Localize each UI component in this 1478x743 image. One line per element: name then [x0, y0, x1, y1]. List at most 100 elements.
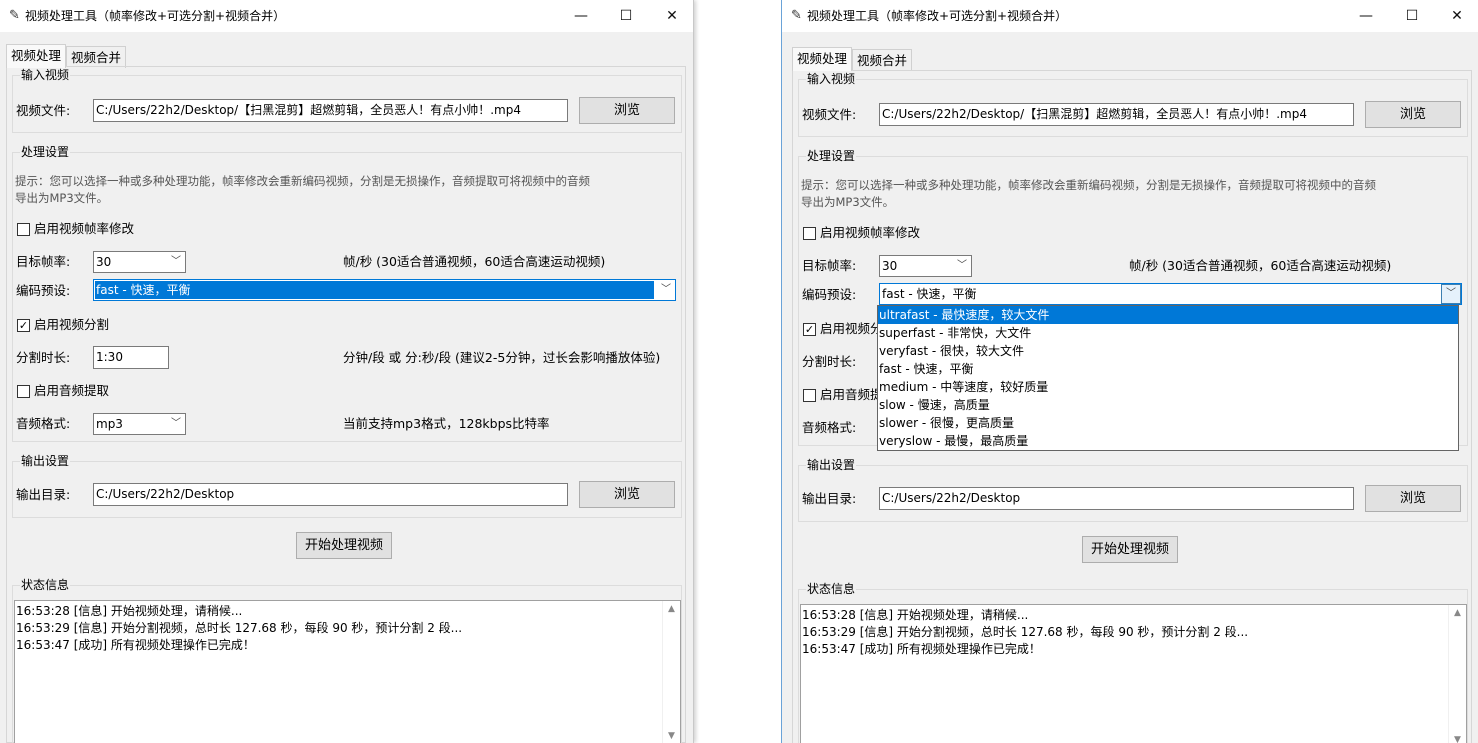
log-scrollbar[interactable]: ▲ ▼	[1448, 605, 1466, 743]
scroll-up-icon[interactable]: ▲	[1449, 605, 1466, 622]
desktop-gap	[694, 0, 781, 743]
audio-checkbox[interactable]	[17, 385, 30, 398]
scroll-up-icon[interactable]: ▲	[663, 601, 680, 618]
dropdown-option[interactable]: veryslow - 最慢，最高质量	[878, 432, 1458, 450]
log-scrollbar[interactable]: ▲ ▼	[662, 601, 680, 743]
fps-select[interactable]: 30 ﹀	[879, 255, 972, 277]
minimize-button[interactable]: —	[1343, 0, 1389, 32]
browse-file-button[interactable]: 浏览	[1365, 101, 1461, 128]
log-line: 16:53:28 [信息] 开始视频处理，请稍候...	[802, 608, 1029, 622]
file-path-input[interactable]: C:/Users/22h2/Desktop/【扫黑混剪】超燃剪辑，全员恶人！有点…	[93, 99, 568, 122]
feather-icon: ✎	[791, 8, 802, 23]
fps-label: 目标帧率:	[802, 258, 857, 273]
close-button[interactable]: ✕	[649, 0, 693, 32]
split-label: 分割时长:	[802, 354, 857, 369]
browse-output-button[interactable]: 浏览	[579, 481, 675, 508]
split-note: 分钟/段 或 分:秒/段 (建议2-5分钟，过长会影响播放体验)	[343, 350, 661, 365]
dropdown-option[interactable]: ultrafast - 最快速度，较大文件	[878, 306, 1458, 324]
fps-label: 目标帧率:	[16, 254, 71, 269]
log-line: 16:53:47 [成功] 所有视频处理操作已完成！	[16, 638, 255, 652]
log-line: 16:53:28 [信息] 开始视频处理，请稍候...	[16, 604, 243, 618]
preset-value: fast - 快速，平衡	[95, 281, 654, 299]
log-line: 16:53:29 [信息] 开始分割视频，总时长 127.68 秒，每段 90 …	[802, 625, 1249, 639]
file-label: 视频文件:	[802, 107, 857, 122]
fps-note: 帧/秒 (30适合普通视频，60适合高速运动视频)	[1129, 258, 1392, 273]
preset-value: fast - 快速，平衡	[882, 287, 977, 301]
hint-line-1: 提示：您可以选择一种或多种处理功能，帧率修改会重新编码视频，分割是无损操作，音频…	[801, 178, 1376, 192]
dropdown-option[interactable]: superfast - 非常快，大文件	[878, 324, 1458, 342]
minimize-button[interactable]: —	[558, 0, 604, 32]
input-frame: 输入视频 视频文件: C:/Users/22h2/Desktop/【扫黑混剪】超…	[798, 71, 1468, 137]
fps-value: 30	[882, 259, 898, 273]
input-section-label: 输入视频	[806, 71, 857, 87]
output-frame: 输出设置 输出目录: C:/Users/22h2/Desktop 浏览	[12, 453, 682, 518]
fps-checkbox[interactable]	[17, 223, 30, 236]
audio-note: 当前支持mp3格式，128kbps比特率	[343, 416, 550, 431]
chevron-down-icon: ﹀	[171, 418, 181, 429]
file-label: 视频文件:	[16, 103, 71, 118]
audio-enable-label: 启用音频提取	[34, 383, 110, 398]
split-enable-label: 启用视频分割	[34, 317, 110, 332]
title-bar: ✎ 视频处理工具（帧率修改+可选分割+视频合并） — ☐ ✕	[0, 0, 693, 32]
fps-enable-label: 启用视频帧率修改	[820, 225, 921, 240]
browse-output-button[interactable]: 浏览	[1365, 485, 1461, 512]
settings-frame: 处理设置 提示：您可以选择一种或多种处理功能，帧率修改会重新编码视频，分割是无损…	[12, 144, 682, 442]
close-button[interactable]: ✕	[1434, 0, 1478, 32]
status-log[interactable]: 16:53:28 [信息] 开始视频处理，请稍候... 16:53:29 [信息…	[800, 604, 1467, 743]
output-dir-input[interactable]: C:/Users/22h2/Desktop	[879, 487, 1354, 510]
file-path-input[interactable]: C:/Users/22h2/Desktop/【扫黑混剪】超燃剪辑，全员恶人！有点…	[879, 103, 1354, 126]
tab-panel: 输入视频 视频文件: C:/Users/22h2/Desktop/【扫黑混剪】超…	[6, 66, 686, 743]
maximize-button[interactable]: ☐	[1389, 0, 1435, 32]
fps-value: 30	[96, 255, 112, 269]
tab-video-merge[interactable]: 视频合并	[66, 46, 127, 68]
chevron-down-icon[interactable]: ﹀	[1441, 284, 1461, 304]
settings-section-label: 处理设置	[20, 144, 71, 160]
split-duration-input[interactable]: 1:30	[93, 346, 169, 369]
browse-file-button[interactable]: 浏览	[579, 97, 675, 124]
preset-label: 编码预设:	[802, 287, 857, 302]
scroll-down-icon[interactable]: ▼	[1449, 732, 1466, 743]
status-log[interactable]: 16:53:28 [信息] 开始视频处理，请稍候... 16:53:29 [信息…	[14, 600, 681, 743]
settings-section-label: 处理设置	[806, 148, 857, 164]
fps-select[interactable]: 30 ﹀	[93, 251, 186, 273]
feather-icon: ✎	[9, 8, 20, 23]
dropdown-option[interactable]: veryfast - 很快，较大文件	[878, 342, 1458, 360]
hint-line-2: 导出为MP3文件。	[801, 195, 895, 209]
input-section-label: 输入视频	[20, 67, 71, 83]
chevron-down-icon: ﹀	[171, 256, 181, 267]
start-processing-button[interactable]: 开始处理视频	[296, 532, 392, 559]
chevron-down-icon: ﹀	[661, 284, 671, 295]
audio-checkbox[interactable]	[803, 389, 816, 402]
maximize-button[interactable]: ☐	[603, 0, 649, 32]
tab-video-processing[interactable]: 视频处理	[6, 44, 67, 68]
preset-select[interactable]: fast - 快速，平衡 ﹀	[879, 283, 1462, 305]
audio-format-value: mp3	[96, 417, 123, 431]
hint-line-1: 提示：您可以选择一种或多种处理功能，帧率修改会重新编码视频，分割是无损操作，音频…	[15, 174, 590, 188]
tab-video-merge[interactable]: 视频合并	[852, 49, 913, 71]
fps-checkbox[interactable]	[803, 227, 816, 240]
audio-format-select[interactable]: mp3 ﹀	[93, 413, 186, 435]
status-section-label: 状态信息	[806, 581, 857, 597]
scroll-down-icon[interactable]: ▼	[663, 728, 680, 743]
preset-select[interactable]: fast - 快速，平衡 ﹀	[93, 279, 676, 301]
preset-label: 编码预设:	[16, 283, 71, 298]
output-dir-input[interactable]: C:/Users/22h2/Desktop	[93, 483, 568, 506]
dropdown-option[interactable]: slower - 很慢，更高质量	[878, 414, 1458, 432]
status-frame: 状态信息 16:53:28 [信息] 开始视频处理，请稍候... 16:53:2…	[798, 581, 1468, 743]
hint-line-2: 导出为MP3文件。	[15, 191, 109, 205]
split-checkbox[interactable]: ✓	[803, 323, 816, 336]
window-title: 视频处理工具（帧率修改+可选分割+视频合并）	[25, 9, 286, 23]
dropdown-option[interactable]: medium - 中等速度，较好质量	[878, 378, 1458, 396]
dropdown-option[interactable]: fast - 快速，平衡	[878, 360, 1458, 378]
window-title: 视频处理工具（帧率修改+可选分割+视频合并）	[807, 9, 1068, 23]
split-enable-label: 启用视频分	[820, 321, 883, 336]
start-processing-button[interactable]: 开始处理视频	[1082, 536, 1178, 563]
dropdown-option[interactable]: slow - 慢速，高质量	[878, 396, 1458, 414]
left-window: ✎ 视频处理工具（帧率修改+可选分割+视频合并） — ☐ ✕ 视频处理 视频合并…	[0, 0, 694, 743]
split-label: 分割时长:	[16, 350, 71, 365]
split-checkbox[interactable]: ✓	[17, 319, 30, 332]
tab-video-processing[interactable]: 视频处理	[792, 47, 853, 71]
output-section-label: 输出设置	[806, 457, 857, 473]
fps-enable-label: 启用视频帧率修改	[34, 221, 135, 236]
audio-format-label: 音频格式:	[16, 416, 71, 431]
